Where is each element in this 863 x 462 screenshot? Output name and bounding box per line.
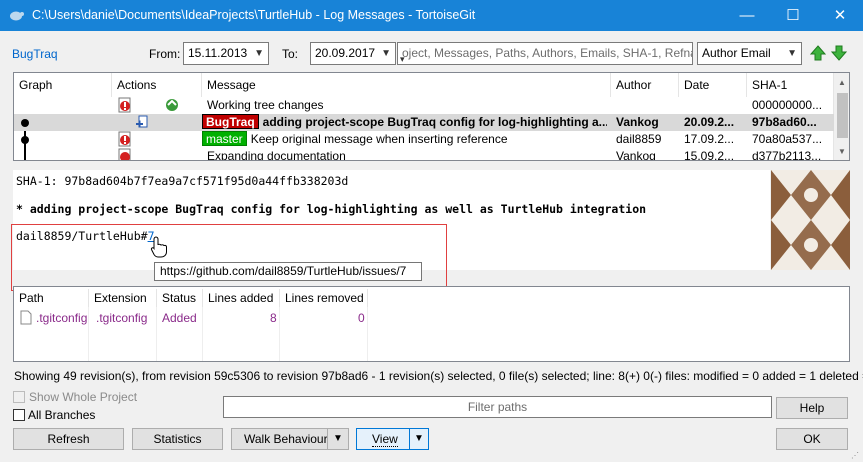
- scroll-down-icon[interactable]: ▼: [838, 147, 846, 156]
- message-body: * adding project-scope BugTraq config fo…: [16, 202, 647, 216]
- decorative-pattern: [771, 170, 850, 270]
- col-lines-added[interactable]: Lines added: [203, 289, 280, 307]
- arrow-up-icon[interactable]: [809, 44, 827, 62]
- col-extension[interactable]: Extension: [89, 289, 157, 307]
- file-row[interactable]: .tgitconfig .tgitconfig Added 8 0: [14, 309, 374, 327]
- log-list[interactable]: Graph Actions Message Author Date SHA-1 …: [13, 72, 850, 161]
- file-status: Added: [162, 311, 197, 325]
- link-tooltip: https://github.com/dail8859/TurtleHub/is…: [154, 262, 422, 281]
- log-scrollbar[interactable]: ▲ ▼: [833, 73, 849, 160]
- bugtraq-link[interactable]: BugTraq: [12, 47, 58, 61]
- sha-line: SHA-1: 97b8ad604b7f7ea9a7cf571f95d0a44ff…: [16, 174, 349, 188]
- chevron-down-icon: ▼: [787, 48, 797, 59]
- row-message: Expanding documentation: [207, 149, 346, 161]
- row-sha: 97b8ad60...: [752, 115, 817, 129]
- col-author[interactable]: Author: [611, 73, 679, 97]
- row-date: 17.09.2...: [684, 132, 735, 146]
- show-whole-project-label: Show Whole Project: [29, 390, 138, 404]
- statistics-button[interactable]: Statistics: [132, 428, 223, 450]
- view-label: View: [372, 432, 398, 447]
- row-sha: d377b2113...: [752, 149, 822, 161]
- show-whole-project-checkbox[interactable]: [13, 391, 25, 403]
- col-sha[interactable]: SHA-1: [747, 73, 834, 97]
- chevron-down-icon: ▼: [381, 48, 391, 59]
- branch-tag: master: [202, 131, 247, 146]
- refresh-button[interactable]: Refresh: [13, 428, 124, 450]
- search-placeholder: oject, Messages, Paths, Authors, Emails,…: [402, 46, 692, 60]
- log-row[interactable]: master Keep original message when inserti…: [14, 131, 834, 148]
- chevron-down-icon[interactable]: ▼: [414, 429, 424, 449]
- all-branches-label: All Branches: [28, 408, 96, 422]
- to-date-picker[interactable]: 20.09.2017 ▼: [310, 42, 396, 65]
- col-path[interactable]: Path: [14, 289, 89, 307]
- filter-paths-input[interactable]: Filter paths: [223, 396, 772, 418]
- file-lines-removed: 0: [358, 311, 365, 325]
- help-button[interactable]: Help: [776, 397, 848, 419]
- from-date-picker[interactable]: 15.11.2013 ▼: [183, 42, 269, 65]
- from-label: From:: [149, 47, 181, 61]
- ok-button[interactable]: OK: [776, 428, 848, 450]
- tortoisegit-icon: [10, 11, 24, 21]
- filter-field-select[interactable]: Author Email ▼: [697, 42, 802, 65]
- chevron-down-icon: ▼: [254, 48, 264, 59]
- from-date-value: 15.11.2013: [188, 46, 248, 60]
- search-options-icon[interactable]: ▾: [400, 54, 405, 65]
- col-message[interactable]: Message: [202, 73, 611, 97]
- row-date: 20.09.2...: [684, 115, 735, 129]
- col-lines-removed[interactable]: Lines removed: [280, 289, 368, 307]
- window-title: C:\Users\danie\Documents\IdeaProjects\Tu…: [32, 8, 476, 22]
- modified-icon: [118, 97, 134, 114]
- row-author: dail8859: [616, 132, 662, 146]
- view-button[interactable]: View ▼: [356, 428, 429, 450]
- hand-cursor-icon: [150, 236, 167, 258]
- graph-node: [20, 131, 30, 148]
- search-input[interactable]: oject, Messages, Paths, Authors, Emails,…: [397, 42, 693, 65]
- file-lines-added: 8: [270, 311, 277, 325]
- row-author: Vankog: [616, 115, 659, 129]
- col-date[interactable]: Date: [679, 73, 747, 97]
- col-actions[interactable]: Actions: [112, 73, 202, 97]
- resize-grip-icon[interactable]: ⋰: [851, 451, 859, 460]
- graph-node: [20, 114, 30, 131]
- modified-icon: [118, 131, 134, 148]
- row-message: Keep original message when inserting ref…: [250, 132, 508, 146]
- log-row[interactable]: BugTraq adding project-scope BugTraq conf…: [14, 114, 834, 131]
- to-date-value: 20.09.2017: [315, 46, 376, 60]
- col-graph[interactable]: Graph: [14, 73, 112, 97]
- row-date: 15.09.2...: [684, 149, 735, 161]
- maximize-button[interactable]: ☐: [770, 0, 816, 31]
- all-branches-checkbox[interactable]: [13, 409, 25, 421]
- file-extension: .tgitconfig: [96, 311, 148, 325]
- row-sha: 000000000...: [752, 98, 823, 112]
- file-icon: [20, 310, 32, 325]
- close-button[interactable]: ✕: [817, 0, 863, 31]
- commit-changes-icon: [164, 97, 180, 114]
- file-path: .tgitconfig: [36, 311, 88, 325]
- to-label: To:: [282, 47, 299, 61]
- chevron-down-icon[interactable]: ▼: [333, 429, 343, 449]
- row-sha: 70a80a537...: [752, 132, 823, 146]
- row-message: Working tree changes: [207, 98, 324, 112]
- scroll-up-icon[interactable]: ▲: [838, 78, 846, 87]
- filter-field-value: Author Email: [702, 46, 771, 60]
- arrow-down-icon[interactable]: [830, 44, 848, 62]
- walk-behaviour-label: Walk Behaviour: [244, 432, 328, 446]
- row-author: Vankog: [616, 149, 656, 161]
- title-bar: C:\Users\danie\Documents\IdeaProjects\Tu…: [0, 0, 863, 31]
- minimize-button[interactable]: —: [724, 0, 770, 31]
- bugtraq-tag: BugTraq: [202, 114, 259, 129]
- modified-icon: [118, 148, 134, 160]
- status-text: Showing 49 revision(s), from revision 59…: [14, 369, 863, 383]
- push-icon: [134, 114, 152, 131]
- log-row[interactable]: Working tree changes 000000000...: [14, 97, 834, 114]
- col-status[interactable]: Status: [157, 289, 203, 307]
- row-message: adding project-scope BugTraq config for …: [262, 115, 607, 129]
- changed-files-list[interactable]: Path Extension Status Lines added Lines …: [13, 286, 850, 362]
- scroll-thumb[interactable]: [837, 93, 848, 138]
- log-row[interactable]: Expanding documentation Vankog 15.09.2..…: [14, 148, 834, 161]
- walk-behaviour-button[interactable]: Walk Behaviour ▼: [231, 428, 349, 450]
